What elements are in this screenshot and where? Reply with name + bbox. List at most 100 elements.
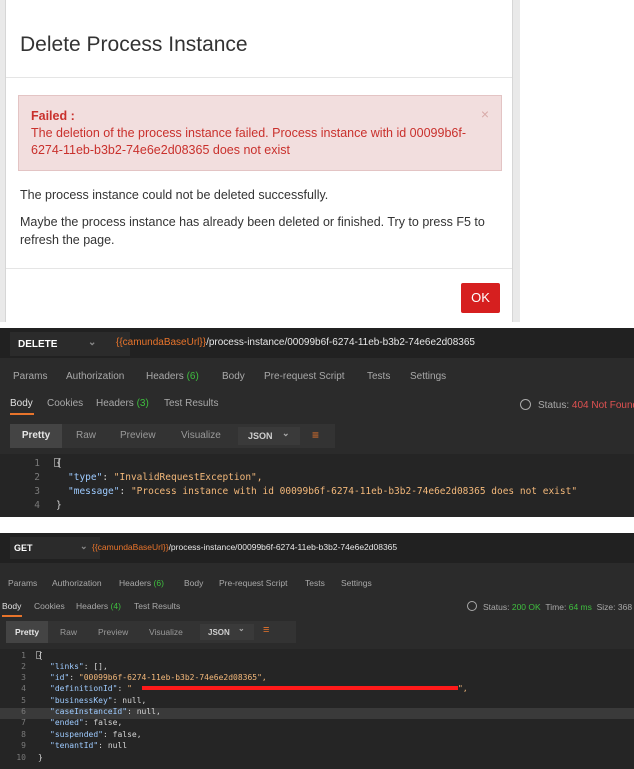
response-view-bar: Pretty Raw Preview Visualize JSON ⌄ ≡ [10, 424, 335, 448]
tab-pre-request-script[interactable]: Pre-request Script [219, 578, 288, 588]
error-alert: Failed : The deletion of the process ins… [18, 95, 502, 171]
json-brace-close: } [56, 500, 62, 511]
postman-get-panel: GET ⌄ {{camundaBaseUrl}}/process-instanc… [0, 533, 634, 769]
tab-body[interactable]: Body [184, 578, 203, 588]
code-line: "ended": false, [50, 718, 123, 727]
method-select[interactable]: DELETE ⌄ [10, 332, 130, 356]
chevron-down-icon: ⌄ [282, 428, 290, 438]
delete-process-modal: Delete Process Instance Failed : The del… [5, 0, 513, 322]
json-key: "ended" [50, 718, 84, 727]
ok-button[interactable]: OK [461, 283, 500, 313]
status-value: 404 Not Found [571, 400, 634, 411]
resp-tab-cookies[interactable]: Cookies [34, 601, 65, 611]
json-value-tail: ", [458, 684, 468, 693]
view-pretty[interactable]: Pretty [10, 424, 62, 448]
view-pretty[interactable]: Pretty [6, 621, 48, 643]
view-raw[interactable]: Raw [60, 627, 77, 637]
resp-headers-count: (4) [110, 601, 121, 611]
method-label: GET [14, 543, 33, 553]
line-number: 9 [21, 741, 26, 750]
tab-headers-label: Headers [146, 371, 184, 382]
postman-delete-panel: DELETE ⌄ {{camundaBaseUrl}}/process-inst… [0, 328, 634, 517]
active-tab-underline [10, 413, 34, 415]
code-line: "links": [], [50, 662, 108, 671]
json-value: false, [93, 718, 123, 727]
tab-settings[interactable]: Settings [410, 371, 446, 382]
alert-message: The deletion of the process instance fai… [31, 126, 466, 157]
json-key: "suspended" [50, 730, 103, 739]
globe-icon[interactable] [520, 399, 531, 410]
json-key: "caseInstanceId" [50, 707, 128, 716]
tab-headers[interactable]: Headers (6) [146, 371, 199, 382]
modal-hint-text: Maybe the process instance has already b… [20, 215, 485, 247]
json-value: null [107, 741, 128, 750]
url-path: /process-instance/00099b6f-6274-11eb-b3b… [168, 542, 398, 552]
tab-settings[interactable]: Settings [341, 578, 372, 588]
headers-count: (6) [186, 371, 199, 382]
tab-authorization[interactable]: Authorization [66, 371, 124, 382]
code-line-tail: ", [458, 684, 468, 693]
json-value: false, [112, 730, 142, 739]
close-icon[interactable]: × [481, 106, 489, 122]
resp-tab-headers[interactable]: Headers (3) [96, 398, 149, 409]
line-number: 4 [21, 684, 26, 693]
request-bar: DELETE ⌄ {{camundaBaseUrl}}/process-inst… [0, 328, 634, 358]
json-value: null, [136, 707, 161, 716]
resp-tab-body[interactable]: Body [10, 398, 33, 409]
tab-authorization[interactable]: Authorization [52, 578, 102, 588]
json-key: "type" [68, 472, 103, 483]
line-number: 10 [16, 753, 26, 762]
wrap-lines-icon[interactable]: ≡ [263, 624, 269, 636]
line-number: 5 [21, 696, 26, 705]
globe-icon[interactable] [467, 601, 477, 611]
view-preview[interactable]: Preview [98, 627, 128, 637]
view-raw[interactable]: Raw [76, 430, 96, 441]
tab-tests[interactable]: Tests [367, 371, 390, 382]
method-select[interactable]: GET ⌄ [10, 537, 100, 559]
resp-tab-test-results[interactable]: Test Results [134, 601, 180, 611]
format-select[interactable]: JSON ⌄ [200, 624, 254, 640]
resp-tab-headers[interactable]: Headers (4) [76, 601, 121, 611]
resp-tab-headers-label: Headers [96, 398, 134, 409]
view-visualize[interactable]: Visualize [149, 627, 183, 637]
response-body: 1 2 3 4 { "type": "InvalidRequestExcepti… [0, 454, 634, 517]
line-number: 8 [21, 730, 26, 739]
code-line: "tenantId": null [50, 741, 128, 750]
method-label: DELETE [18, 339, 58, 350]
url-path: /process-instance/00099b6f-6274-11eb-b3b… [206, 337, 475, 348]
json-value: "InvalidRequestException", [113, 472, 263, 483]
tab-body[interactable]: Body [222, 371, 245, 382]
modal-header-divider [6, 77, 512, 78]
format-label: JSON [248, 431, 273, 441]
code-line: "suspended": false, [50, 730, 142, 739]
resp-headers-count: (3) [136, 398, 149, 409]
tab-tests[interactable]: Tests [305, 578, 325, 588]
code-line: { [38, 651, 43, 660]
line-number: 7 [21, 718, 26, 727]
json-brace-close: } [38, 753, 43, 762]
format-select[interactable]: JSON ⌄ [238, 427, 300, 445]
status-readout: Status: 404 Not Found [538, 400, 634, 411]
format-label: JSON [208, 628, 230, 637]
request-tabs: Params Authorization Headers (6) Body Pr… [0, 578, 634, 590]
tab-params[interactable]: Params [13, 371, 47, 382]
line-number: 6 [21, 707, 26, 716]
view-visualize[interactable]: Visualize [181, 430, 221, 441]
tab-headers-label: Headers [119, 578, 152, 588]
line-number: 1 [21, 651, 26, 660]
url-input[interactable]: {{camundaBaseUrl}}/process-instance/0009… [92, 542, 397, 552]
tab-pre-request-script[interactable]: Pre-request Script [264, 371, 345, 382]
resp-tab-test-results[interactable]: Test Results [164, 398, 218, 409]
chevron-down-icon: ⌄ [238, 624, 245, 633]
json-key: "businessKey" [50, 696, 113, 705]
resp-tab-cookies[interactable]: Cookies [47, 398, 83, 409]
tab-params[interactable]: Params [8, 578, 37, 588]
url-input[interactable]: {{camundaBaseUrl}}/process-instance/0009… [116, 337, 475, 348]
tab-headers[interactable]: Headers (6) [119, 578, 164, 588]
active-tab-underline [2, 615, 22, 617]
view-preview[interactable]: Preview [120, 430, 156, 441]
alert-title: Failed : [31, 109, 75, 123]
wrap-lines-icon[interactable]: ≡ [312, 428, 319, 442]
url-variable: {{camundaBaseUrl}} [92, 542, 169, 552]
resp-tab-body[interactable]: Body [2, 601, 21, 611]
